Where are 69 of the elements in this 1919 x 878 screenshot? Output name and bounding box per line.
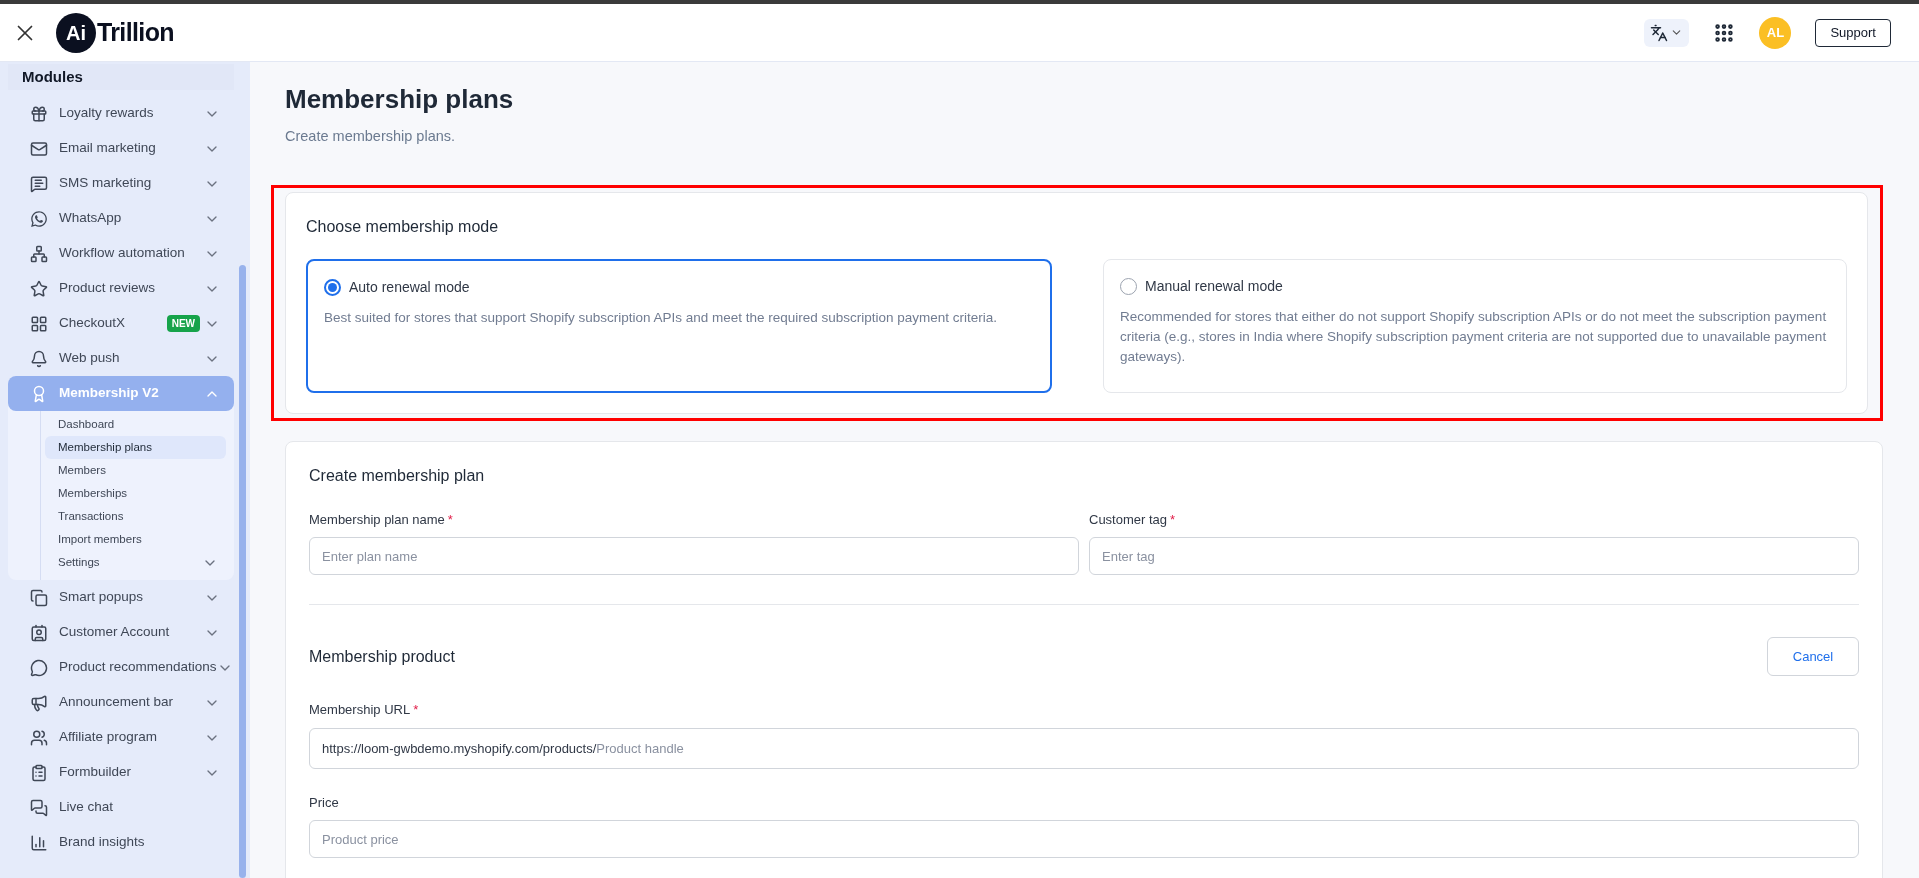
submenu-item[interactable]: Members	[45, 459, 226, 482]
sidebar-item[interactable]: Formbuilder	[8, 755, 234, 790]
card-title: Choose membership mode	[306, 216, 500, 237]
text-input[interactable]: Enter tag	[1089, 537, 1859, 576]
field-label: Customer tag *	[1089, 510, 1177, 529]
handle-input[interactable]: Product handle	[596, 738, 1846, 758]
sidebar-item[interactable]: Loyalty rewards	[8, 96, 234, 131]
url-prefix: https://loom-gwbdemo.myshopify.com/products/	[322, 739, 597, 758]
mode-option[interactable]	[1103, 258, 1847, 393]
apps-grid-icon[interactable]	[1713, 21, 1736, 44]
mode-option[interactable]: Auto renewal mode Best suited for stores that support Shopify subscription APIs and meet the required subscription payment criteria.	[306, 258, 1052, 393]
sidebar-section-title: Modules	[8, 64, 234, 90]
page-subtitle: Create membership plans.	[285, 127, 457, 146]
language-button[interactable]	[1644, 18, 1690, 47]
sidebar-item[interactable]: Workflow automation	[8, 236, 234, 271]
sidebar-item[interactable]: Email marketing	[8, 131, 234, 166]
sidebar-item[interactable]: Customer Account	[8, 615, 234, 650]
sidebar-item[interactable]: Smart popups	[8, 580, 234, 615]
mail-icon	[30, 139, 48, 158]
translate-icon	[1650, 23, 1669, 42]
submenu-item[interactable]: Transactions	[45, 505, 226, 528]
bell-icon	[30, 349, 48, 368]
option-description: Recommended for stores that either do not support Shopify subscription APIs or do not meet the subscription payment criteria (e.g., stores in India where Shopify subscription payment criteria are not supported due to unavailable payment gateways).	[1120, 307, 1828, 366]
hierarchy-icon	[30, 244, 48, 263]
sidebar-item[interactable]: WhatsApp	[8, 201, 234, 236]
sidebar-item[interactable]: Brand insights	[8, 825, 234, 860]
url-input[interactable]: https://loom-gwbdemo.myshopify.com/products/Product handle	[309, 727, 1859, 769]
sidebar-item[interactable]: Affiliate program	[8, 720, 234, 755]
contact-card-icon	[30, 623, 48, 642]
text-input[interactable]: Enter plan name	[309, 537, 1079, 576]
field-label: Membership plan name *	[309, 510, 454, 529]
submenu-item[interactable]: Memberships	[45, 482, 226, 505]
chat-bubbles-icon	[30, 798, 48, 817]
sidebar-item[interactable]: CheckoutX NEW	[8, 306, 234, 341]
submenu-item[interactable]: Import members	[45, 528, 226, 551]
submenu-item[interactable]: Membership plans	[45, 436, 226, 459]
card-title: Create membership plan	[309, 465, 486, 486]
bar-chart-icon	[30, 833, 48, 852]
page-title: Membership plans	[285, 83, 515, 116]
sidebar-item[interactable]: Announcement bar	[8, 685, 234, 720]
whatsapp-icon	[30, 209, 48, 228]
clipboard-icon	[30, 763, 48, 782]
sidebar-item[interactable]: Live chat	[8, 790, 234, 825]
option-description: Best suited for stores that support Shopify subscription APIs and meet the required subscription payment criteria.	[324, 308, 999, 327]
support-button[interactable]: Support	[1815, 18, 1891, 47]
submenu-item[interactable]: Settings	[45, 551, 226, 574]
radio-button[interactable]	[324, 278, 341, 296]
scrollbar[interactable]	[239, 265, 246, 878]
gift-icon	[30, 104, 48, 123]
sidebar-item[interactable]: SMS marketing	[8, 166, 234, 201]
sidebar-item[interactable]: Web push	[8, 341, 234, 376]
sidebar-item[interactable]: Product recommendations	[8, 650, 234, 685]
sidebar-item[interactable]: Product reviews	[8, 271, 234, 306]
new-badge: NEW	[166, 315, 200, 332]
section-title: Membership product	[309, 646, 455, 667]
megaphone-icon	[30, 693, 48, 712]
stack-icon	[30, 588, 48, 607]
cancel-button[interactable]: Cancel	[1767, 637, 1859, 677]
people-icon	[30, 728, 48, 747]
option-label: Manual renewal mode	[1145, 276, 1283, 296]
grid-icon	[30, 314, 48, 333]
chat-icon	[30, 174, 48, 193]
field-label: Membership URL *	[309, 701, 420, 720]
text-input[interactable]: Product price	[309, 820, 1859, 859]
logo: Ai Trillion	[56, 12, 174, 53]
star-icon	[30, 279, 48, 298]
field-label: Price	[309, 793, 340, 812]
submenu-item[interactable]: Dashboard	[45, 413, 226, 436]
option-label: Auto renewal mode	[349, 277, 470, 297]
